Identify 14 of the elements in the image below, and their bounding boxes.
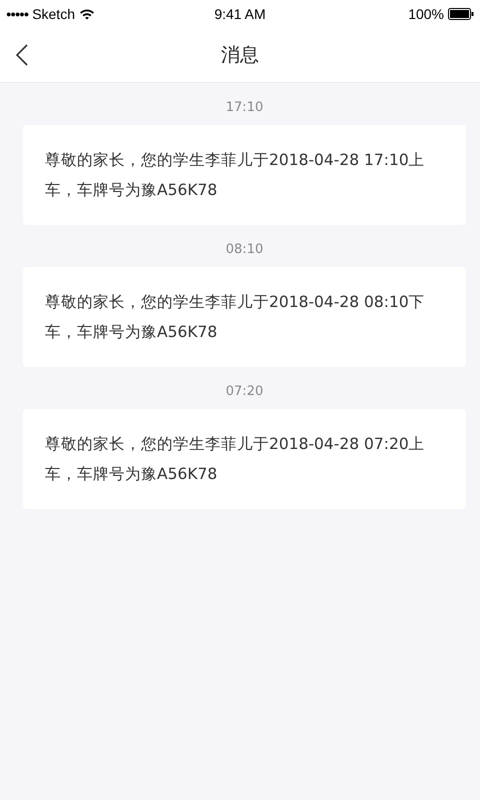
message-card: 尊敬的家长，您的学生李菲儿于2018-04-28 17:10上车，车牌号为豫A56K78 [23,125,466,225]
message-time: 08:10 [224,242,264,257]
message-time: 07:20 [224,384,264,399]
carrier-name: Sketch [32,6,75,22]
page-title: 消息 [220,43,260,68]
wifi-icon [79,8,95,20]
signal-dots: ●●●●● [6,9,28,19]
message-time: 17:10 [224,100,264,115]
battery-icon [448,8,474,20]
back-icon [16,44,28,66]
clock-time: 9:41 AM [214,6,266,22]
battery-percent: 100% [408,6,444,22]
message-card: 尊敬的家长，您的学生李菲儿于2018-04-28 08:10下车，车牌号为豫A56K78 [23,267,466,367]
message-card: 尊敬的家长，您的学生李菲儿于2018-04-28 07:20上车，车牌号为豫A56K78 [23,409,466,509]
